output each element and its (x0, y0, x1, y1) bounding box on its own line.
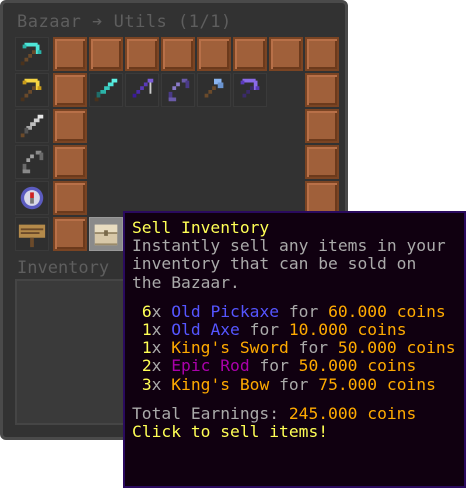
filler-slot (53, 181, 87, 215)
golden-pickaxe-icon (20, 78, 42, 102)
item-qty: 6 (141, 301, 152, 321)
filler-slot (305, 145, 339, 179)
chest-icon (94, 224, 118, 246)
item-qty: 1 (141, 319, 152, 339)
golden-pickaxe-slot[interactable] (15, 73, 49, 107)
tooltip-item-row: 2x Epic Rod for 50.000 coins (141, 356, 417, 376)
inventory-label: Inventory (17, 258, 110, 278)
bow-slot[interactable] (15, 145, 49, 179)
tooltip-action: Click to sell items! (132, 421, 329, 441)
diamond-sword-icon (94, 78, 118, 102)
iron-sword-icon (20, 114, 44, 138)
filler-slot (53, 73, 87, 107)
filler-slot (197, 37, 231, 71)
tooltip-desc-line: inventory that can be sold on (132, 254, 417, 274)
item-price: 50.000 coins (337, 338, 456, 358)
tooltip-item-row: 6x Old Pickaxe for 60.000 coins (141, 301, 446, 321)
bow-slot[interactable] (161, 73, 195, 107)
bow-icon (22, 150, 44, 174)
item-name: Old Axe (171, 319, 240, 339)
filler-slot (53, 37, 87, 71)
sign-slot[interactable] (15, 217, 49, 251)
tooltip-item-row: 1x King's Sword for 50.000 coins (141, 338, 456, 358)
filler-slot (269, 37, 303, 71)
item-qty: 3 (141, 374, 152, 394)
tooltip-desc-line: Instantly sell any items in your (132, 236, 446, 256)
item-name: Old Pickaxe (171, 301, 280, 321)
filler-slot (305, 109, 339, 143)
filler-slot (233, 37, 267, 71)
sell-inventory-tooltip: Sell Inventory Instantly sell any items … (123, 211, 466, 488)
item-qty: 1 (141, 338, 152, 358)
total-earnings-value: 245.000 coins (288, 403, 417, 423)
enchanted-rod-icon (132, 78, 154, 98)
iron-sword-slot[interactable] (15, 109, 49, 143)
sell-inventory-slot[interactable] (89, 217, 123, 251)
window-title: Bazaar ➔ Utils (1/1) (17, 12, 232, 32)
diamond-axe-slot[interactable] (197, 73, 231, 107)
filler-slot (53, 145, 87, 179)
tooltip-title: Sell Inventory (132, 218, 270, 237)
tooltip-desc-line: the Bazaar. (132, 272, 240, 292)
item-price: 60.000 coins (328, 301, 446, 321)
diamond-axe-icon (204, 78, 224, 98)
bow-icon (168, 78, 190, 102)
item-price: 10.000 coins (288, 319, 407, 339)
enchanted-rod-slot[interactable] (125, 73, 159, 107)
filler-slot (305, 181, 339, 215)
item-price: 50.000 coins (298, 356, 417, 376)
filler-slot (53, 217, 87, 251)
item-qty: 2 (141, 356, 152, 376)
item-name: King's Sword (171, 338, 289, 358)
compass-icon (20, 186, 44, 210)
diamond-pickaxe-slot[interactable] (15, 37, 49, 71)
diamond-pickaxe-icon (20, 42, 42, 66)
filler-slot (305, 37, 339, 71)
sign-icon (18, 224, 46, 248)
filler-slot (305, 73, 339, 107)
tooltip-item-row: 1x Old Axe for 10.000 coins (141, 319, 407, 339)
tooltip-item-row: 3x King's Bow for 75.000 coins (141, 374, 436, 394)
filler-slot (125, 37, 159, 71)
diamond-sword-slot[interactable] (89, 73, 123, 107)
item-name: King's Bow (171, 374, 270, 394)
item-name: Epic Rod (171, 356, 250, 376)
filler-slot (89, 37, 123, 71)
enchanted-pickaxe-slot[interactable] (233, 73, 267, 107)
filler-slot (161, 37, 195, 71)
tooltip-total: Total Earnings: 245.000 coins (132, 403, 417, 423)
compass-slot[interactable] (15, 181, 49, 215)
item-price: 75.000 coins (318, 374, 436, 394)
enchanted-pickaxe-icon (240, 78, 260, 98)
filler-slot (53, 109, 87, 143)
